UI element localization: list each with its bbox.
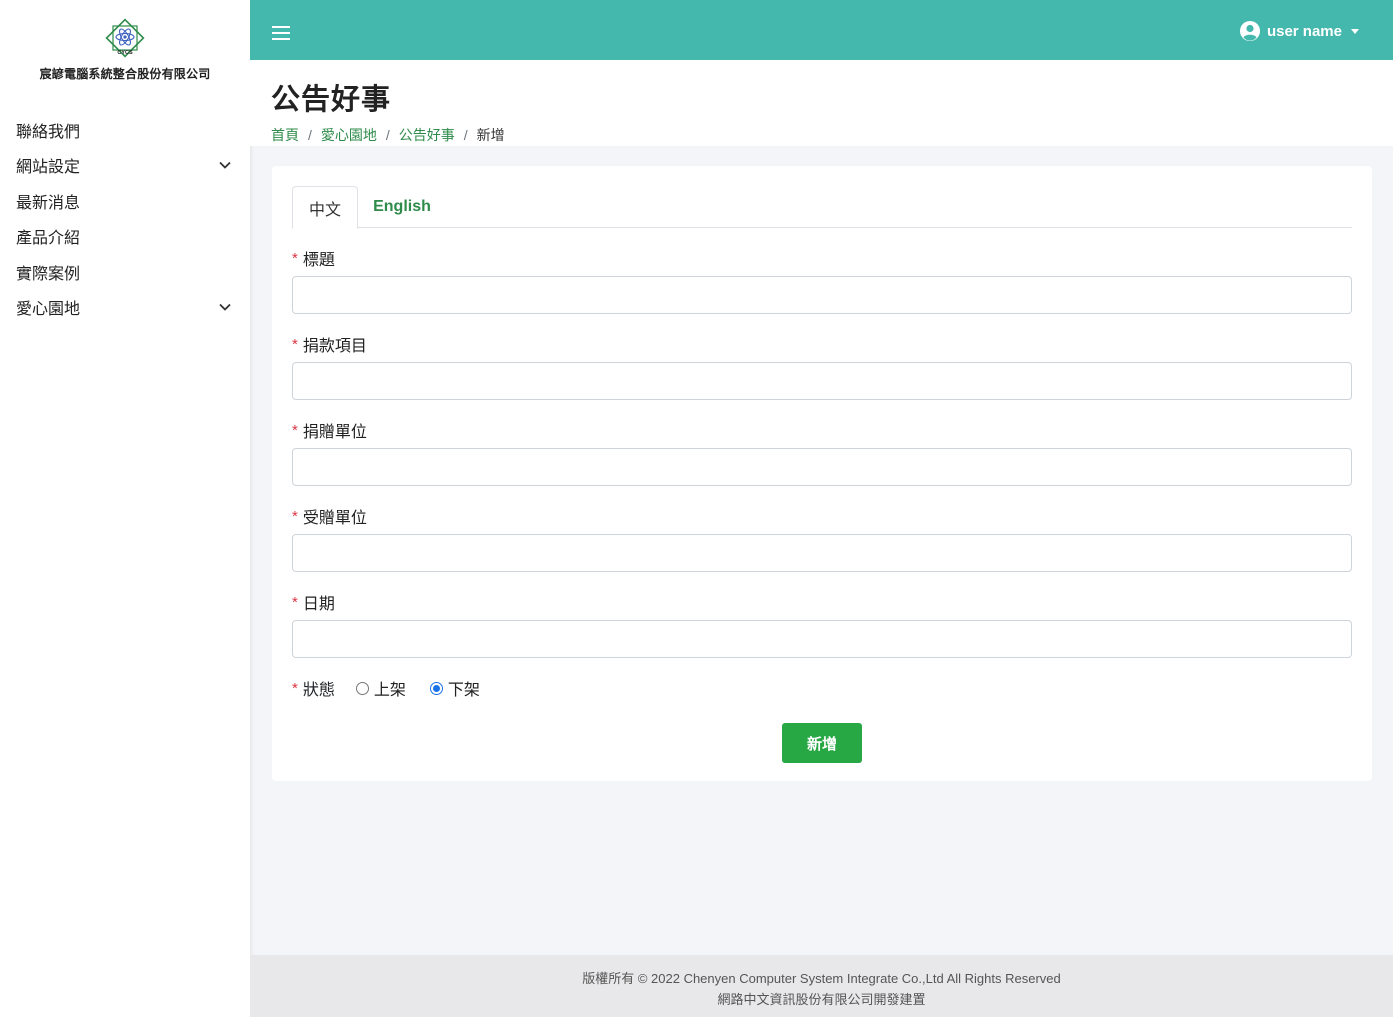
title-input[interactable]: [292, 276, 1352, 314]
chevron-down-icon: [219, 162, 231, 170]
breadcrumb-section[interactable]: 愛心園地: [321, 125, 377, 145]
sidebar-item-cases[interactable]: 實際案例: [0, 254, 250, 290]
breadcrumb-separator: /: [463, 127, 468, 143]
sidebar-item-label: 最新消息: [16, 194, 81, 212]
submit-button[interactable]: 新增: [782, 723, 862, 763]
breadcrumb-separator: /: [308, 127, 312, 143]
required-mark: *: [292, 679, 298, 697]
status-option-published[interactable]: 上架: [374, 676, 406, 700]
required-mark: *: [292, 507, 298, 525]
status-field: * 狀態 上架 下架: [292, 676, 504, 700]
sidebar-item-charity[interactable]: 愛心園地: [0, 290, 250, 326]
user-menu[interactable]: user name: [1239, 20, 1359, 42]
sidebar-item-contact[interactable]: 聯絡我們: [0, 112, 250, 148]
donation-item-label: * 捐款項目: [292, 335, 367, 356]
sidebar-item-products[interactable]: 產品介紹: [0, 219, 250, 255]
title-label: * 標題: [292, 249, 335, 270]
sidebar-item-label: 產品介紹: [16, 230, 81, 248]
status-radio-unpublished[interactable]: [429, 681, 443, 695]
recipient-input[interactable]: [292, 534, 1352, 572]
page-header: 公告好事 首頁 / 愛心園地 / 公告好事 / 新增: [250, 60, 1393, 146]
svg-text:CYCS: CYCS: [117, 50, 133, 56]
topbar: user name: [250, 0, 1393, 60]
date-input[interactable]: [292, 620, 1352, 658]
status-radio-published[interactable]: [355, 681, 369, 695]
breadcrumb-separator: /: [385, 127, 390, 143]
sidebar-item-site-settings[interactable]: 網站設定: [0, 148, 250, 184]
required-mark: *: [292, 593, 298, 611]
user-name: user name: [1266, 22, 1342, 40]
breadcrumb-current: 新增: [476, 127, 505, 143]
breadcrumb: 首頁 / 愛心園地 / 公告好事 / 新增: [271, 125, 1393, 145]
donor-input[interactable]: [292, 448, 1352, 486]
breadcrumb-page[interactable]: 公告好事: [399, 125, 455, 145]
language-tabs: 中文 English: [292, 186, 1352, 229]
footer: 版權所有 © 2022 Chenyen Computer System Inte…: [250, 955, 1393, 1017]
sidebar-item-news[interactable]: 最新消息: [0, 183, 250, 219]
sidebar-item-label: 聯絡我們: [16, 123, 81, 141]
menu-toggle-icon[interactable]: [272, 26, 292, 42]
tab-chinese[interactable]: 中文: [292, 186, 358, 229]
sidebar-item-label: 實際案例: [16, 265, 81, 283]
date-label: * 日期: [292, 593, 335, 614]
required-mark: *: [292, 249, 298, 267]
required-mark: *: [292, 421, 298, 439]
footer-credit: 網路中文資訊股份有限公司開發建置: [717, 992, 926, 1007]
chevron-down-icon: [219, 304, 231, 312]
sidebar: CYCS 宸諺電腦系統整合股份有限公司 聯絡我們 網站設定 最新消息 產品介紹 …: [0, 0, 250, 1017]
brand[interactable]: CYCS 宸諺電腦系統整合股份有限公司: [0, 0, 250, 90]
sidebar-item-label: 愛心園地: [16, 301, 81, 319]
company-name: 宸諺電腦系統整合股份有限公司: [39, 67, 211, 81]
footer-copyright: 版權所有 © 2022 Chenyen Computer System Inte…: [582, 971, 1061, 986]
status-option-unpublished[interactable]: 下架: [448, 676, 480, 700]
page-title: 公告好事: [271, 84, 392, 116]
breadcrumb-home[interactable]: 首頁: [271, 125, 299, 145]
sidebar-nav: 聯絡我們 網站設定 最新消息 產品介紹 實際案例 愛心園地: [0, 112, 250, 325]
status-label: 狀態: [302, 682, 335, 699]
form-card: 中文 English * 標題 * 捐款項目 * 捐贈單位 * 受贈單位 * 日…: [272, 166, 1372, 781]
user-avatar-icon: [1239, 21, 1260, 41]
donor-label: * 捐贈單位: [292, 421, 367, 442]
caret-down-icon: [1351, 29, 1359, 34]
donation-item-input[interactable]: [292, 362, 1352, 400]
required-mark: *: [292, 335, 298, 353]
company-logo-icon: CYCS: [105, 18, 145, 58]
recipient-label: * 受贈單位: [292, 507, 367, 528]
sidebar-item-label: 網站設定: [16, 159, 81, 177]
tab-english[interactable]: English: [358, 186, 446, 228]
